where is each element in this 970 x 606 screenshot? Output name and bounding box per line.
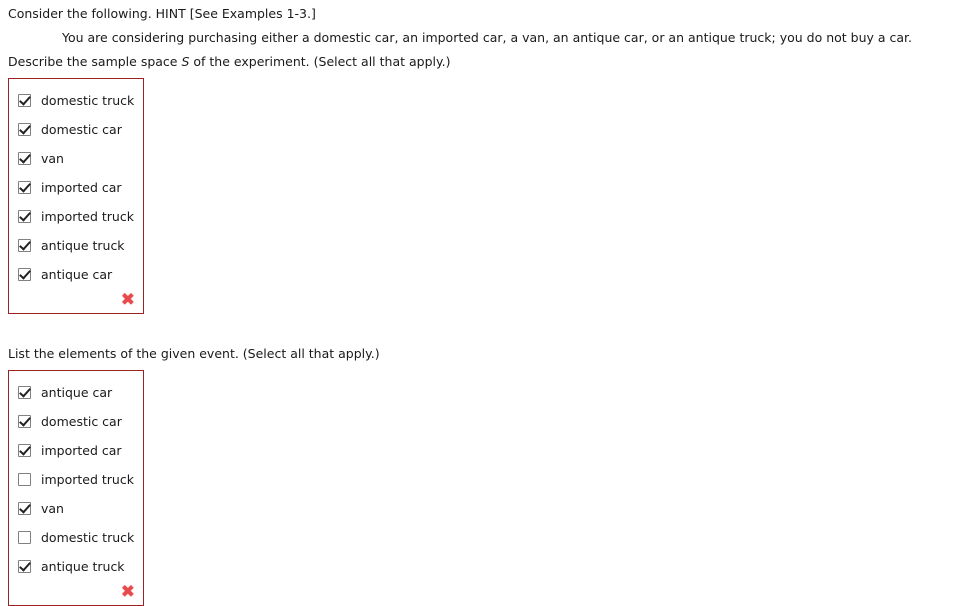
answer-box-2: antique car domestic car imported car im… <box>8 370 144 606</box>
intro-prompt: Consider the following. HINT [See Exampl… <box>8 6 316 21</box>
option-row[interactable]: domestic truck <box>9 86 143 115</box>
option-row[interactable]: antique truck <box>9 552 143 581</box>
question-page: Consider the following. HINT [See Exampl… <box>0 0 970 606</box>
option-label: domestic car <box>41 121 122 137</box>
incorrect-mark-icon: ✖ <box>120 581 135 602</box>
option-label: domestic car <box>41 413 122 429</box>
question-2-text: List the elements of the given event. (S… <box>8 345 970 363</box>
option-row[interactable]: imported truck <box>9 202 143 231</box>
option-label: antique car <box>41 384 113 400</box>
option-label: domestic truck <box>41 529 135 545</box>
incorrect-mark-icon: ✖ <box>120 289 135 310</box>
question-1-text-part-1: Describe the sample space <box>8 54 182 69</box>
checkbox-checked-icon[interactable] <box>18 560 31 573</box>
answer-status-row-2: ✖ <box>9 581 143 603</box>
checkbox-checked-icon[interactable] <box>18 415 31 428</box>
checkbox-checked-icon[interactable] <box>18 123 31 136</box>
option-row[interactable]: van <box>9 144 143 173</box>
question-1-text: Describe the sample space S of the exper… <box>8 53 970 71</box>
option-row[interactable]: domestic car <box>9 407 143 436</box>
checkbox-unchecked-icon[interactable] <box>18 531 31 544</box>
option-row[interactable]: antique car <box>9 378 143 407</box>
checkbox-checked-icon[interactable] <box>18 502 31 515</box>
option-label: antique truck <box>41 237 125 253</box>
checkbox-checked-icon[interactable] <box>18 210 31 223</box>
checkbox-checked-icon[interactable] <box>18 268 31 281</box>
option-row[interactable]: van <box>9 494 143 523</box>
checkbox-checked-icon[interactable] <box>18 386 31 399</box>
answer-box-1: domestic truck domestic car van imported… <box>8 78 144 314</box>
option-row[interactable]: antique car <box>9 260 143 289</box>
option-row[interactable]: antique truck <box>9 231 143 260</box>
answer-status-row-1: ✖ <box>9 289 143 311</box>
option-label: van <box>41 500 64 516</box>
checkbox-checked-icon[interactable] <box>18 239 31 252</box>
option-label: van <box>41 150 64 166</box>
checkbox-unchecked-icon[interactable] <box>18 473 31 486</box>
option-row[interactable]: imported car <box>9 436 143 465</box>
checkbox-checked-icon[interactable] <box>18 444 31 457</box>
checkbox-checked-icon[interactable] <box>18 152 31 165</box>
option-row[interactable]: domestic car <box>9 115 143 144</box>
option-label: antique car <box>41 266 113 282</box>
option-row[interactable]: imported truck <box>9 465 143 494</box>
option-label: imported truck <box>41 208 134 224</box>
question-2-text-part-1: List the elements of the given event. (S… <box>8 346 380 361</box>
section-divider <box>8 314 970 339</box>
checkbox-checked-icon[interactable] <box>18 94 31 107</box>
option-row[interactable]: domestic truck <box>9 523 143 552</box>
checkbox-checked-icon[interactable] <box>18 181 31 194</box>
option-label: domestic truck <box>41 92 135 108</box>
scenario-text: You are considering purchasing either a … <box>62 30 913 45</box>
option-label: imported truck <box>41 471 134 487</box>
option-label: imported car <box>41 179 122 195</box>
option-row[interactable]: imported car <box>9 173 143 202</box>
option-label: antique truck <box>41 558 125 574</box>
question-1-text-part-2: of the experiment. (Select all that appl… <box>189 54 451 69</box>
option-label: imported car <box>41 442 122 458</box>
